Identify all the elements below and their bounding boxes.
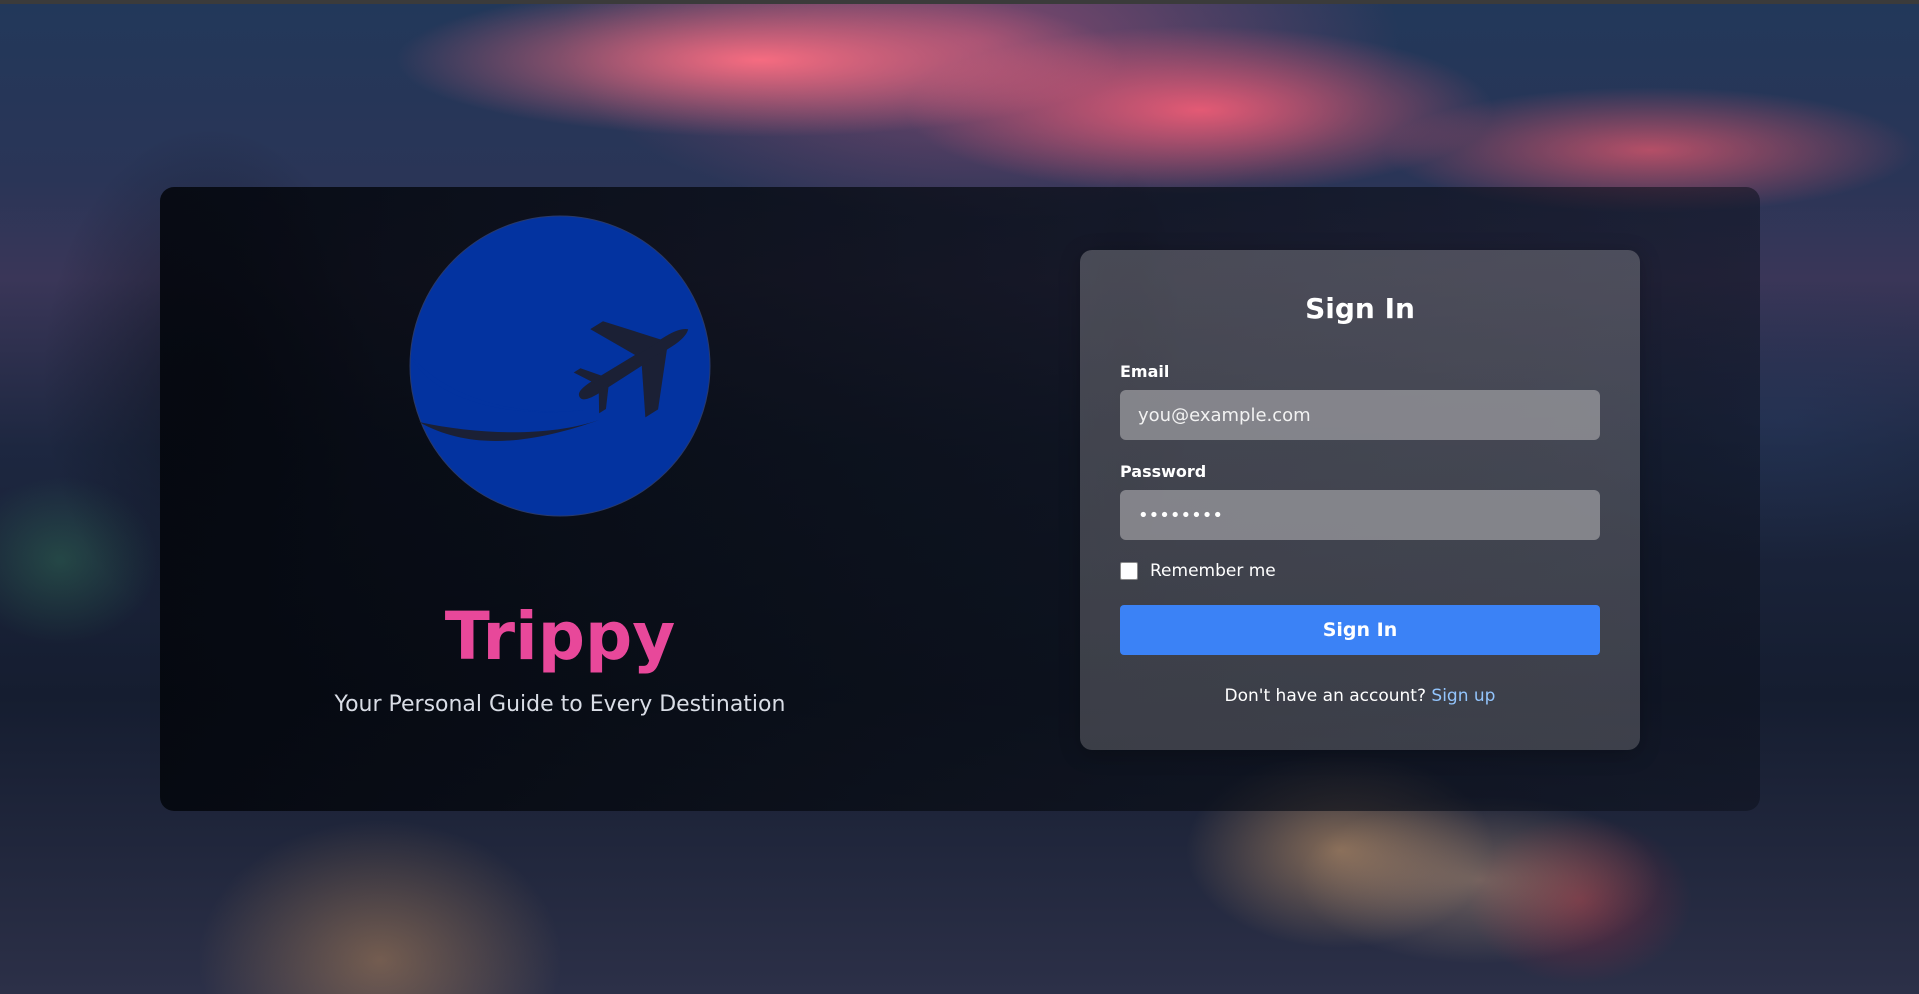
password-input[interactable] — [1120, 490, 1600, 540]
no-account-text: Don't have an account? — [1224, 686, 1426, 706]
remember-me-row: Remember me — [1120, 561, 1276, 581]
sign-in-button[interactable]: Sign In — [1120, 605, 1600, 655]
remember-me-label[interactable]: Remember me — [1150, 561, 1276, 581]
brand-section: Trippy Your Personal Guide to Every Dest… — [160, 187, 960, 811]
remember-me-checkbox[interactable] — [1120, 562, 1138, 580]
signin-title: Sign In — [1305, 292, 1415, 325]
password-label: Password — [1120, 462, 1207, 481]
email-input[interactable] — [1120, 390, 1600, 440]
app-tagline: Your Personal Guide to Every Destination — [334, 692, 786, 717]
signup-link[interactable]: Sign up — [1431, 686, 1495, 706]
email-label: Email — [1120, 362, 1170, 381]
app-title: Trippy — [444, 598, 676, 675]
signup-prompt: Don't have an account? Sign up — [1080, 686, 1640, 706]
airplane-globe-icon — [409, 215, 711, 517]
signin-card: Sign In Email Password Remember me Sign … — [1080, 250, 1640, 750]
